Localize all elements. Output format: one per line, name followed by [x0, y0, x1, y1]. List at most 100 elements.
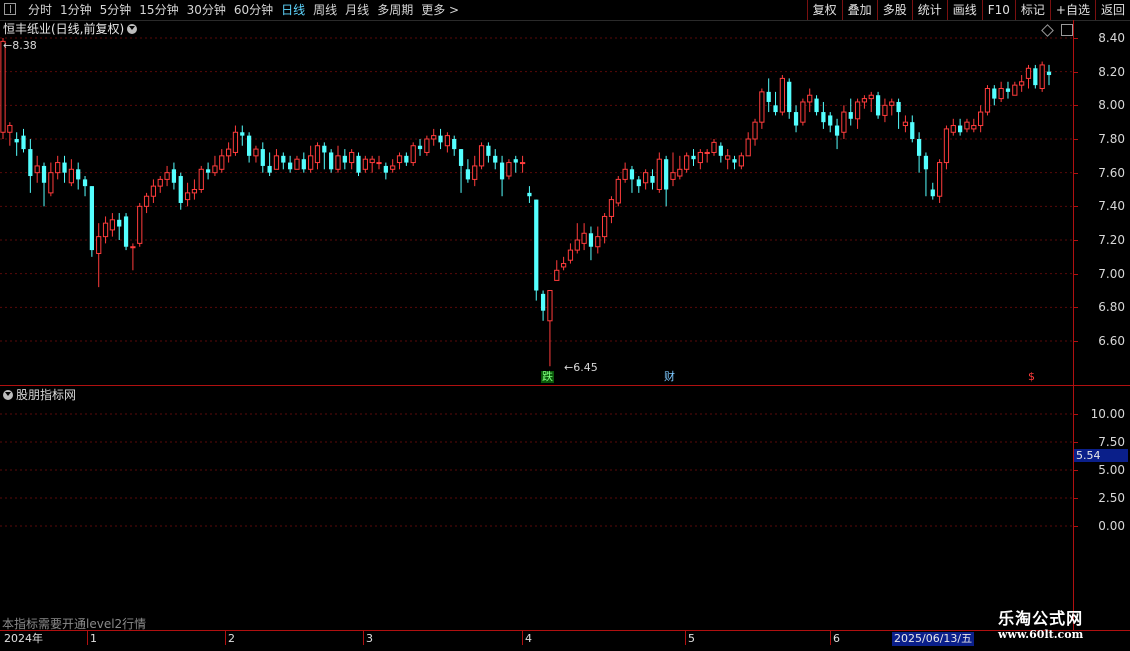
candle-body [718, 145, 723, 156]
candle-body [711, 141, 717, 153]
candle-body [664, 159, 669, 190]
tool-button-6[interactable]: 标记 [1014, 0, 1050, 20]
candle-body [930, 189, 935, 197]
candle-body [34, 165, 40, 174]
period-tab-9[interactable]: 多周期 [373, 2, 417, 18]
candle-body [171, 169, 177, 183]
candle-body [424, 138, 430, 153]
period-tab-3[interactable]: 15分钟 [135, 2, 182, 18]
period-tab-2[interactable]: 5分钟 [96, 2, 136, 18]
tool-button-2[interactable]: 多股 [876, 0, 912, 20]
candle-body [14, 139, 19, 143]
candle-body [793, 112, 799, 126]
candle-body [629, 169, 635, 180]
candle-body [581, 232, 587, 244]
candle-body [998, 88, 1004, 100]
candle-body [773, 105, 778, 113]
indicator-tick [1074, 498, 1078, 499]
date-label: 2 [228, 632, 235, 645]
tool-button-8[interactable]: 返回 [1094, 0, 1130, 20]
period-tab-4[interactable]: 30分钟 [183, 2, 230, 18]
price-tick-label: 7.20 [1098, 233, 1125, 247]
candle-body [978, 111, 984, 127]
candle-body [759, 91, 765, 123]
kline-chart[interactable] [0, 20, 1073, 385]
candle-body [314, 145, 321, 164]
candle-body [1039, 64, 1045, 89]
price-tick-label: 7.00 [1098, 266, 1125, 281]
period-tab-7[interactable]: 周线 [309, 2, 341, 18]
period-tabs: 分时 1分钟 5分钟 15分钟 30分钟 60分钟 日线 周线 月线 多周期 更多 > [24, 2, 463, 18]
tool-button-5[interactable]: F10 [981, 0, 1015, 20]
tool-button-1[interactable]: 叠加 [841, 0, 877, 20]
candle-body [1046, 71, 1052, 76]
price-tick-label: 6.80 [1098, 300, 1125, 315]
candle-body [574, 239, 580, 251]
price-tick [1074, 105, 1078, 107]
candle-body [472, 165, 478, 180]
candle-body [143, 195, 150, 207]
candle-body [828, 115, 833, 126]
candle-body [971, 125, 977, 130]
indicator-tick [1074, 442, 1078, 443]
indicator-chart[interactable] [0, 386, 1073, 630]
candle-body [725, 155, 731, 160]
candle-body [21, 135, 26, 150]
candle-body [267, 165, 272, 173]
candle-body [452, 139, 457, 150]
candle-body [273, 155, 280, 170]
candle-body [356, 155, 361, 173]
indicator-value-tag: 5.54 [1074, 449, 1128, 462]
candle-body [68, 168, 74, 184]
period-tab-8[interactable]: 月线 [341, 2, 373, 18]
candle-body [547, 290, 553, 322]
period-tab-10[interactable]: 更多 > [417, 2, 463, 18]
candle-body [225, 148, 232, 157]
candle-body [745, 138, 751, 157]
period-tab-1[interactable]: 1分钟 [56, 2, 96, 18]
candle-body [697, 151, 703, 164]
candle-body [527, 192, 532, 197]
candle-body [670, 172, 676, 180]
maximize-icon[interactable] [1061, 24, 1073, 36]
period-tab-0[interactable]: 分时 [24, 2, 56, 18]
candle-body [896, 101, 901, 113]
candle-body [465, 169, 471, 180]
tool-button-0[interactable]: 复权 [806, 0, 842, 20]
price-tick [1074, 240, 1078, 241]
price-tick-label: 8.00 [1098, 98, 1125, 113]
date-label: 4 [525, 632, 532, 645]
indicator-axis: 10.00 7.50 5.00 2.50 0.00 [1073, 386, 1130, 630]
tool-button-3[interactable]: 统计 [911, 0, 947, 20]
candle-body [109, 219, 116, 231]
candle-body [383, 165, 388, 173]
tool-button-7[interactable]: +自选 [1049, 0, 1095, 20]
candle-body [288, 162, 293, 170]
period-tab-5[interactable]: 60分钟 [230, 2, 277, 18]
candle-body [506, 162, 512, 177]
candle-body [964, 121, 970, 130]
dropdown-icon[interactable] [127, 24, 138, 34]
finance-marker[interactable]: 财 [663, 371, 676, 383]
price-axis: 8.40 8.20 8.00 7.80 7.60 7.40 7.20 7.00 6.80 6.60 [1073, 20, 1130, 385]
date-separator [522, 631, 523, 645]
panel-toggle-icon[interactable] [4, 3, 16, 15]
candle-body [889, 101, 895, 106]
candle-body [444, 135, 450, 147]
stock-title[interactable]: 恒丰纸业(日线,前复权) [3, 22, 138, 36]
candle-body [800, 101, 806, 123]
candle-body [534, 199, 539, 291]
candle-body [622, 168, 628, 180]
price-tick [1074, 172, 1078, 174]
candle-body [349, 151, 355, 164]
candle-body [0, 40, 6, 133]
tool-button-4[interactable]: 画线 [946, 0, 982, 20]
dollar-marker[interactable]: $ [1027, 371, 1036, 383]
candle-body [677, 168, 683, 177]
candle-body [1019, 81, 1025, 86]
price-tick [1074, 206, 1078, 208]
drop-marker[interactable]: 跌 [541, 371, 554, 383]
period-tab-6[interactable]: 日线 [277, 2, 309, 18]
candle-body [205, 169, 211, 173]
candle-body [650, 176, 655, 183]
